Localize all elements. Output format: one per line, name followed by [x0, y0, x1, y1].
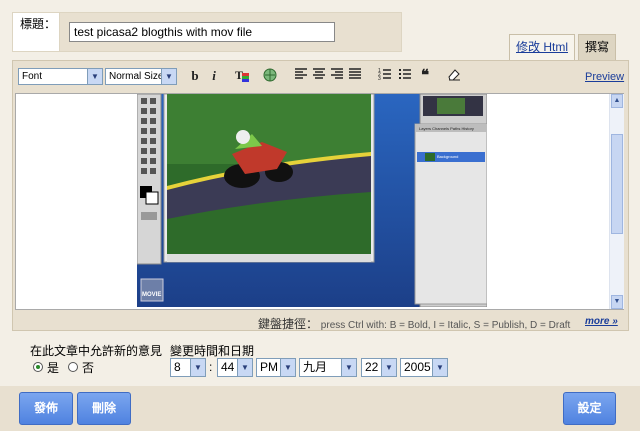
align-right-button[interactable] — [328, 67, 346, 85]
time-separator: : — [209, 360, 213, 374]
link-button[interactable] — [261, 67, 279, 85]
movie-label: MOVIE — [142, 292, 162, 298]
month-value: 九月 — [303, 360, 328, 374]
justify-icon — [349, 68, 361, 79]
size-select-value: Normal Size — [109, 71, 164, 82]
chevron-down-icon: ▼ — [237, 359, 252, 376]
scroll-down-icon[interactable]: ▼ — [611, 295, 623, 309]
chevron-down-icon: ▼ — [190, 359, 205, 376]
title-input[interactable] — [69, 22, 335, 42]
month-select[interactable]: 九月 ▼ — [299, 358, 357, 377]
editor-scrollbar[interactable]: ▲ ▼ — [609, 94, 624, 309]
comments-no-label: 否 — [82, 361, 95, 375]
remove-format-button[interactable] — [445, 67, 463, 85]
comments-yes-label: 是 — [47, 361, 60, 375]
svg-text:T: T — [235, 68, 243, 82]
shortcuts-label: 鍵盤捷徑： — [258, 317, 319, 331]
chevron-down-icon: ▼ — [161, 69, 176, 84]
more-shortcuts-link[interactable]: more » — [585, 316, 618, 327]
scroll-up-icon[interactable]: ▲ — [611, 94, 623, 108]
quote-icon: ❝ — [420, 67, 430, 84]
shortcuts-text: press Ctrl with: B = Bold, I = Italic, S… — [320, 320, 571, 331]
align-center-button[interactable] — [310, 67, 328, 85]
numbered-list-icon: 123 — [378, 68, 391, 82]
hour-select[interactable]: 8 ▼ — [170, 358, 206, 377]
blockquote-button[interactable]: ❝ — [416, 67, 434, 85]
minute-value: 44 — [221, 360, 235, 374]
ampm-select[interactable]: PM ▼ — [256, 358, 296, 377]
globe-link-icon — [263, 68, 277, 82]
comments-yes-radio[interactable] — [33, 362, 43, 372]
keyboard-shortcuts: 鍵盤捷徑： press Ctrl with: B = Bold, I = Ita… — [258, 315, 570, 332]
layers-panel-tabs: Layers Channels Paths History — [419, 126, 474, 131]
align-center-icon — [313, 68, 325, 79]
comments-no-radio[interactable] — [68, 362, 78, 372]
layer-name: Background — [437, 154, 459, 159]
comments-label: 在此文章中允許新的意見 — [30, 344, 163, 358]
chevron-down-icon: ▼ — [341, 359, 356, 376]
title-label: 標題： — [12, 12, 60, 52]
scroll-thumb[interactable] — [611, 134, 623, 234]
hour-value: 8 — [174, 360, 181, 374]
publish-button[interactable]: 發佈 — [19, 392, 73, 425]
font-select[interactable]: Font ▼ — [18, 68, 103, 85]
tab-compose[interactable]: 撰寫 — [578, 34, 616, 60]
day-value: 22 — [365, 360, 379, 374]
font-select-value: Font — [22, 71, 43, 82]
bold-button[interactable]: b — [186, 67, 204, 85]
align-left-icon — [295, 68, 307, 79]
datetime-label: 變更時間和日期 — [170, 344, 255, 358]
ampm-value: PM — [260, 360, 278, 374]
year-select[interactable]: 2005 ▼ — [400, 358, 448, 377]
align-right-icon — [331, 68, 343, 79]
numbered-list-button[interactable]: 123 — [376, 67, 394, 85]
bullet-list-button[interactable] — [396, 67, 414, 85]
chevron-down-icon: ▼ — [87, 69, 102, 84]
text-color-button[interactable]: T — [233, 67, 251, 85]
delete-button[interactable]: 刪除 — [77, 392, 131, 425]
align-left-button[interactable] — [292, 67, 310, 85]
text-color-icon: T — [235, 68, 249, 82]
year-value: 2005 — [404, 360, 431, 374]
settings-button[interactable]: 設定 — [563, 392, 616, 425]
minute-select[interactable]: 44 ▼ — [217, 358, 253, 377]
preview-link[interactable]: Preview — [585, 71, 624, 83]
chevron-down-icon: ▼ — [280, 359, 295, 376]
size-select[interactable]: Normal Size ▼ — [105, 68, 177, 85]
embedded-image[interactable]: MOVIE Layers Channels Paths History Back… — [137, 94, 487, 307]
chevron-down-icon: ▼ — [432, 359, 447, 376]
bullet-list-icon — [399, 69, 411, 79]
italic-button[interactable]: i — [205, 67, 223, 85]
tab-edit-html[interactable]: 修改 Html — [509, 34, 575, 60]
eraser-icon — [448, 69, 460, 81]
justify-button[interactable] — [346, 67, 364, 85]
svg-text:3: 3 — [378, 76, 381, 81]
day-select[interactable]: 22 ▼ — [361, 358, 397, 377]
chevron-down-icon: ▼ — [381, 359, 396, 376]
